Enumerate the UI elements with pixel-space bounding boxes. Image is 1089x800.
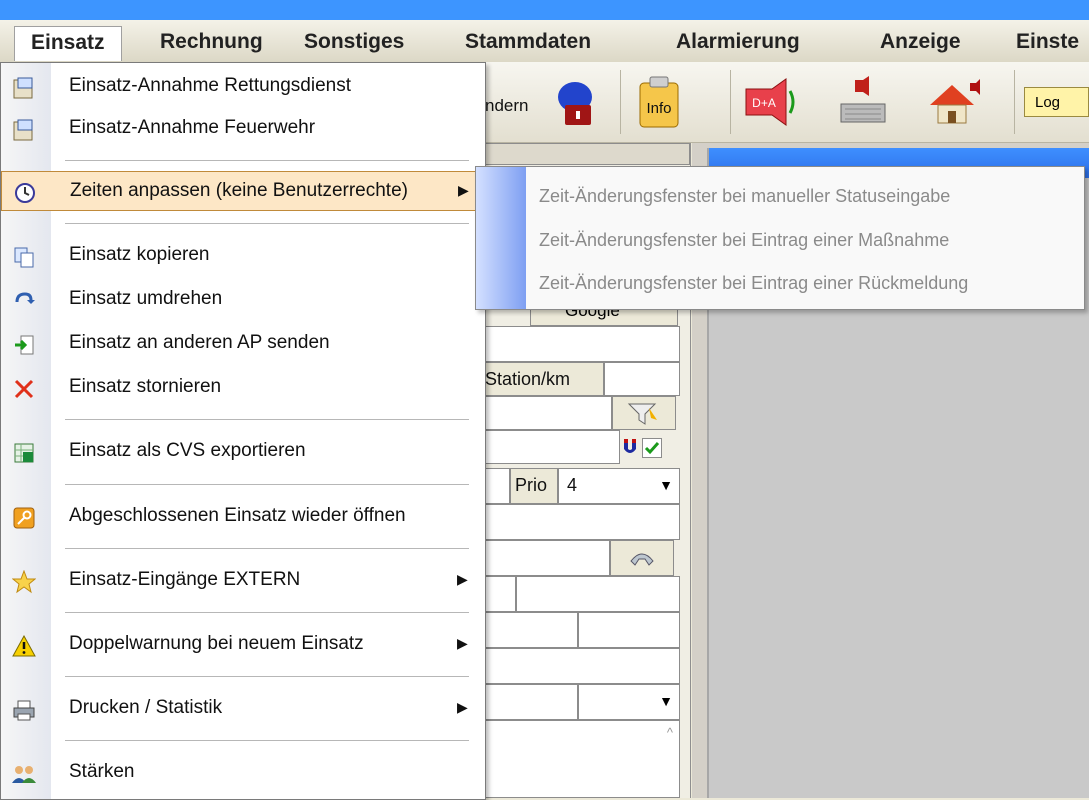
menu-separator xyxy=(65,612,469,613)
menu-item-als-cvs-exportieren[interactable]: Einsatz als CVS exportieren xyxy=(1,432,485,472)
send-icon xyxy=(11,332,37,358)
menu-einsatz[interactable]: Einsatz xyxy=(14,26,122,61)
menu-item-staerken[interactable]: Stärken xyxy=(1,753,485,793)
speaker-keyboard-button[interactable] xyxy=(832,75,890,129)
chevron-down-icon[interactable]: ▼ xyxy=(659,477,673,493)
menu-anzeige[interactable]: Anzeige xyxy=(880,28,961,56)
toolbar: ndern Info D+A Log xyxy=(480,62,1089,143)
menu-separator xyxy=(65,160,469,161)
window-titlebar xyxy=(0,0,1089,20)
menu-einstellungen[interactable]: Einste xyxy=(1016,28,1079,56)
submenu-item-rueckmeldung[interactable]: Zeit-Änderungsfenster bei Eintrag einer … xyxy=(539,273,968,294)
notes-area[interactable]: ^ xyxy=(480,720,680,798)
submenu-arrow-icon: ▶ xyxy=(457,571,468,587)
warning-icon xyxy=(11,633,37,659)
station-label-box: Station/km xyxy=(480,362,604,396)
text-field-4[interactable] xyxy=(480,504,680,540)
menu-item-einsatz-kopieren[interactable]: Einsatz kopieren xyxy=(1,236,485,276)
menu-separator xyxy=(65,740,469,741)
text-field-7[interactable] xyxy=(516,576,680,612)
log-button[interactable]: Log xyxy=(1024,75,1089,129)
address-field[interactable] xyxy=(480,326,680,362)
alarm-lock-icon[interactable] xyxy=(546,75,604,129)
phone-button[interactable] xyxy=(610,540,674,576)
form-icon xyxy=(11,117,37,143)
copy-icon xyxy=(11,244,37,270)
menu-rechnung[interactable]: Rechnung xyxy=(160,28,263,56)
submenu-item-statuseingabe[interactable]: Zeit-Änderungsfenster bei manueller Stat… xyxy=(539,186,950,207)
zeiten-anpassen-submenu: Zeit-Änderungsfenster bei manueller Stat… xyxy=(475,166,1085,310)
menu-item-annahme-rettungsdienst[interactable]: Einsatz-Annahme Rettungsdienst xyxy=(1,67,485,107)
info-button[interactable]: Info xyxy=(630,75,688,129)
menu-item-zeiten-anpassen[interactable]: Zeiten anpassen (keine Benutzerrechte) ▶ xyxy=(1,171,485,211)
printer-icon xyxy=(11,697,37,723)
form-header xyxy=(480,143,690,165)
magnet-icon xyxy=(622,437,638,455)
menu-item-an-anderen-ap-senden[interactable]: Einsatz an anderen AP senden xyxy=(1,324,485,364)
menu-separator xyxy=(65,484,469,485)
text-field-1[interactable] xyxy=(480,396,612,430)
submenu-arrow-icon: ▶ xyxy=(458,182,469,198)
confirm-checkbox[interactable] xyxy=(642,438,662,458)
text-field-2[interactable] xyxy=(480,430,620,464)
text-field-11[interactable] xyxy=(480,684,578,720)
form-icon xyxy=(11,75,37,101)
menu-stammdaten[interactable]: Stammdaten xyxy=(465,28,591,56)
speaker-house-button[interactable] xyxy=(926,75,984,129)
menu-separator xyxy=(65,548,469,549)
prio-label-box: Prio xyxy=(510,468,558,504)
excel-icon xyxy=(11,440,37,466)
text-field-10[interactable] xyxy=(480,648,680,684)
menu-item-eingaenge-extern[interactable]: Einsatz-Eingänge EXTERN ▶ xyxy=(1,561,485,601)
cancel-x-icon xyxy=(11,376,37,402)
station-field[interactable] xyxy=(604,362,680,396)
clock-icon xyxy=(12,180,38,206)
menu-item-einsatz-umdrehen[interactable]: Einsatz umdrehen xyxy=(1,280,485,320)
svg-text:D+A: D+A xyxy=(752,96,776,110)
text-field-8[interactable] xyxy=(480,612,578,648)
text-field-5[interactable] xyxy=(480,540,610,576)
submenu-item-massnahme[interactable]: Zeit-Änderungsfenster bei Eintrag einer … xyxy=(539,230,949,251)
menu-alarmierung[interactable]: Alarmierung xyxy=(676,28,800,56)
menu-sonstiges[interactable]: Sonstiges xyxy=(304,28,404,56)
menubar: Einsatz Rechnung Sonstiges Stammdaten Al… xyxy=(0,20,1089,63)
filter-button[interactable] xyxy=(612,396,676,430)
svg-text:Info: Info xyxy=(646,100,671,117)
submenu-arrow-icon: ▶ xyxy=(457,699,468,715)
prio-select[interactable]: 4 ▼ xyxy=(558,468,680,504)
menu-separator xyxy=(65,419,469,420)
menu-item-annahme-feuerwehr[interactable]: Einsatz-Annahme Feuerwehr xyxy=(1,109,485,149)
dropdown-field[interactable]: ▼ xyxy=(578,684,680,720)
menu-separator xyxy=(65,676,469,677)
menu-item-doppelwarnung[interactable]: Doppelwarnung bei neuem Einsatz ▶ xyxy=(1,625,485,665)
turn-icon xyxy=(11,288,37,314)
users-icon xyxy=(11,761,37,787)
menu-item-einsatz-stornieren[interactable]: Einsatz stornieren xyxy=(1,368,485,408)
submenu-arrow-icon: ▶ xyxy=(457,635,468,651)
menu-item-wieder-oeffnen[interactable]: Abgeschlossenen Einsatz wieder öffnen xyxy=(1,497,485,537)
text-field-9[interactable] xyxy=(578,612,680,648)
menu-separator xyxy=(65,223,469,224)
speaker-da-button[interactable]: D+A xyxy=(742,75,800,129)
einsatz-dropdown-menu: Einsatz-Annahme Rettungsdienst Einsatz-A… xyxy=(0,62,486,800)
submenu-gutter xyxy=(476,167,526,309)
toolbar-partial-label[interactable]: ndern xyxy=(485,96,528,116)
star-icon xyxy=(11,569,37,595)
scroll-up-icon[interactable]: ^ xyxy=(667,725,673,740)
menu-item-drucken-statistik[interactable]: Drucken / Statistik ▶ xyxy=(1,689,485,729)
key-icon xyxy=(11,505,37,531)
chevron-down-icon[interactable]: ▼ xyxy=(659,693,673,709)
